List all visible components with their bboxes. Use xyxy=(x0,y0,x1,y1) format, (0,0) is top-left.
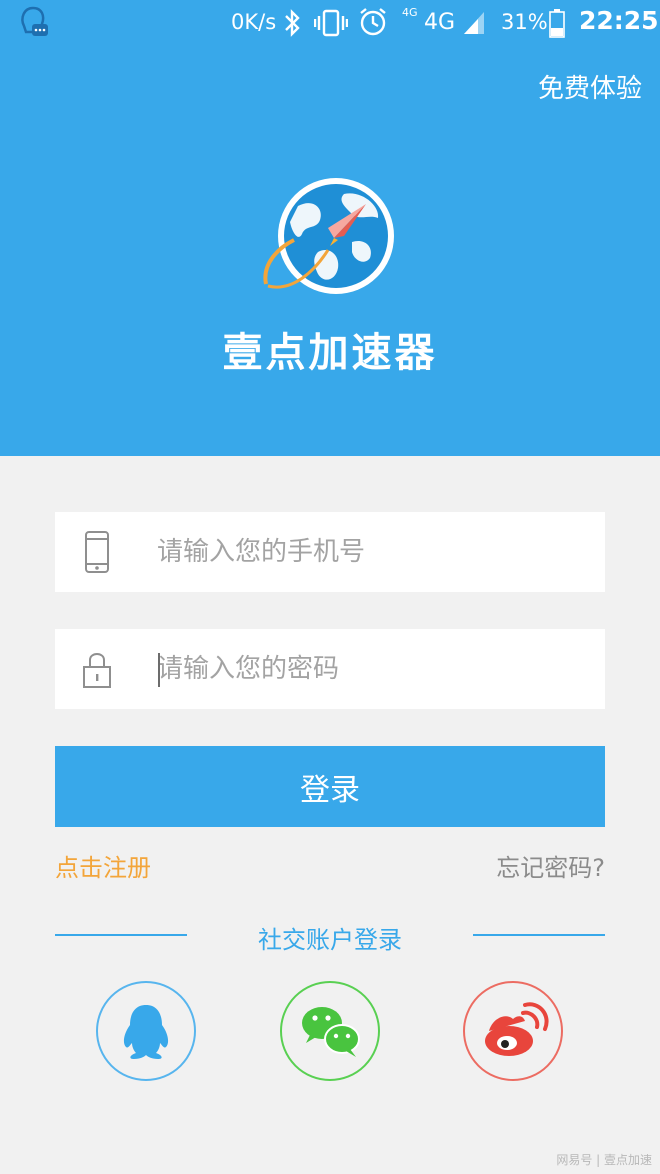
register-link[interactable]: 点击注册 xyxy=(55,848,151,883)
forgot-password-link[interactable]: 忘记密码? xyxy=(496,848,605,883)
net-speed: 0K/s xyxy=(231,10,277,34)
phone-field[interactable] xyxy=(55,512,605,592)
wechat-icon xyxy=(302,1007,360,1057)
clock: 22:25 xyxy=(579,6,659,35)
signal-icon xyxy=(464,12,484,34)
wechat-login-button[interactable] xyxy=(280,981,380,1081)
phone-icon xyxy=(85,531,109,573)
password-field[interactable] xyxy=(55,629,605,709)
free-trial-link[interactable]: 免费体验 xyxy=(538,68,642,105)
weibo-icon xyxy=(485,1002,549,1056)
battery-icon xyxy=(549,9,565,38)
qq-icon xyxy=(123,1005,169,1059)
password-input[interactable] xyxy=(157,629,587,709)
battery-percent: 31% xyxy=(501,10,548,34)
chat-assistant-icon xyxy=(21,6,48,36)
status-bar: 0K/s 4G 4G 31% 22:25 xyxy=(0,0,660,46)
text-cursor xyxy=(158,653,160,687)
login-button[interactable]: 登录 xyxy=(55,746,605,827)
vibrate-icon xyxy=(314,9,348,37)
globe-plane-logo xyxy=(263,178,394,294)
watermark: 网易号 | 壹点加速 xyxy=(556,1153,652,1167)
weibo-login-button[interactable] xyxy=(463,981,563,1081)
app-title: 壹点加速器 xyxy=(222,330,438,376)
header-banner: 0K/s 4G 4G 31% 22:25 免费体验 壹点加速器 xyxy=(0,0,660,456)
qq-login-button[interactable] xyxy=(96,981,196,1081)
bluetooth-icon xyxy=(285,9,300,37)
network-indicator: 4G 4G xyxy=(402,6,488,40)
divider-right xyxy=(473,934,605,936)
lock-icon xyxy=(83,653,111,688)
social-login-title: 社交账户登录 xyxy=(258,926,402,954)
phone-input[interactable] xyxy=(157,512,587,592)
alarm-icon xyxy=(360,8,386,36)
